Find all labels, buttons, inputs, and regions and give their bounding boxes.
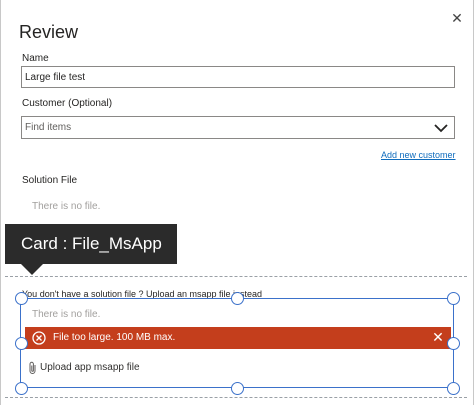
resize-handle-bottom-left[interactable] [15, 382, 28, 395]
review-panel: Review ✕ Name Large file test Customer (… [0, 0, 474, 405]
add-new-customer-link[interactable]: Add new customer [381, 150, 456, 160]
solution-file-empty-text: There is no file. [32, 201, 101, 212]
resize-handle-top-left[interactable] [15, 292, 28, 305]
error-message: File too large. 100 MB max. [53, 332, 176, 343]
card-tooltip: Card : File_MsApp [5, 224, 177, 264]
customer-placeholder: Find items [25, 122, 72, 133]
resize-handle-middle-right[interactable] [447, 337, 460, 350]
solution-file-label: Solution File [22, 175, 78, 186]
tooltip-arrow [21, 264, 43, 275]
error-circle-icon [32, 331, 46, 345]
resize-handle-top-center[interactable] [231, 292, 244, 305]
resize-handle-bottom-center[interactable] [231, 382, 244, 395]
msapp-empty-text: There is no file. [32, 309, 101, 320]
name-input[interactable]: Large file test [21, 66, 455, 88]
customer-combobox[interactable]: Find items [21, 116, 455, 139]
paperclip-icon [29, 361, 36, 374]
card-boundary-bottom [5, 397, 467, 398]
name-label: Name [22, 53, 49, 64]
customer-label: Customer (Optional) [22, 98, 113, 109]
resize-handle-middle-left[interactable] [15, 337, 28, 350]
chevron-down-icon[interactable] [434, 122, 448, 134]
resize-handle-bottom-right[interactable] [447, 382, 460, 395]
error-banner: File too large. 100 MB max. ✕ [25, 327, 451, 349]
resize-handle-top-right[interactable] [447, 292, 460, 305]
dismiss-error-icon[interactable]: ✕ [431, 330, 445, 344]
upload-msapp-button[interactable]: Upload app msapp file [40, 362, 140, 373]
card-boundary-top [5, 276, 467, 277]
close-icon[interactable]: ✕ [449, 10, 465, 26]
panel-title: Review [19, 22, 79, 42]
